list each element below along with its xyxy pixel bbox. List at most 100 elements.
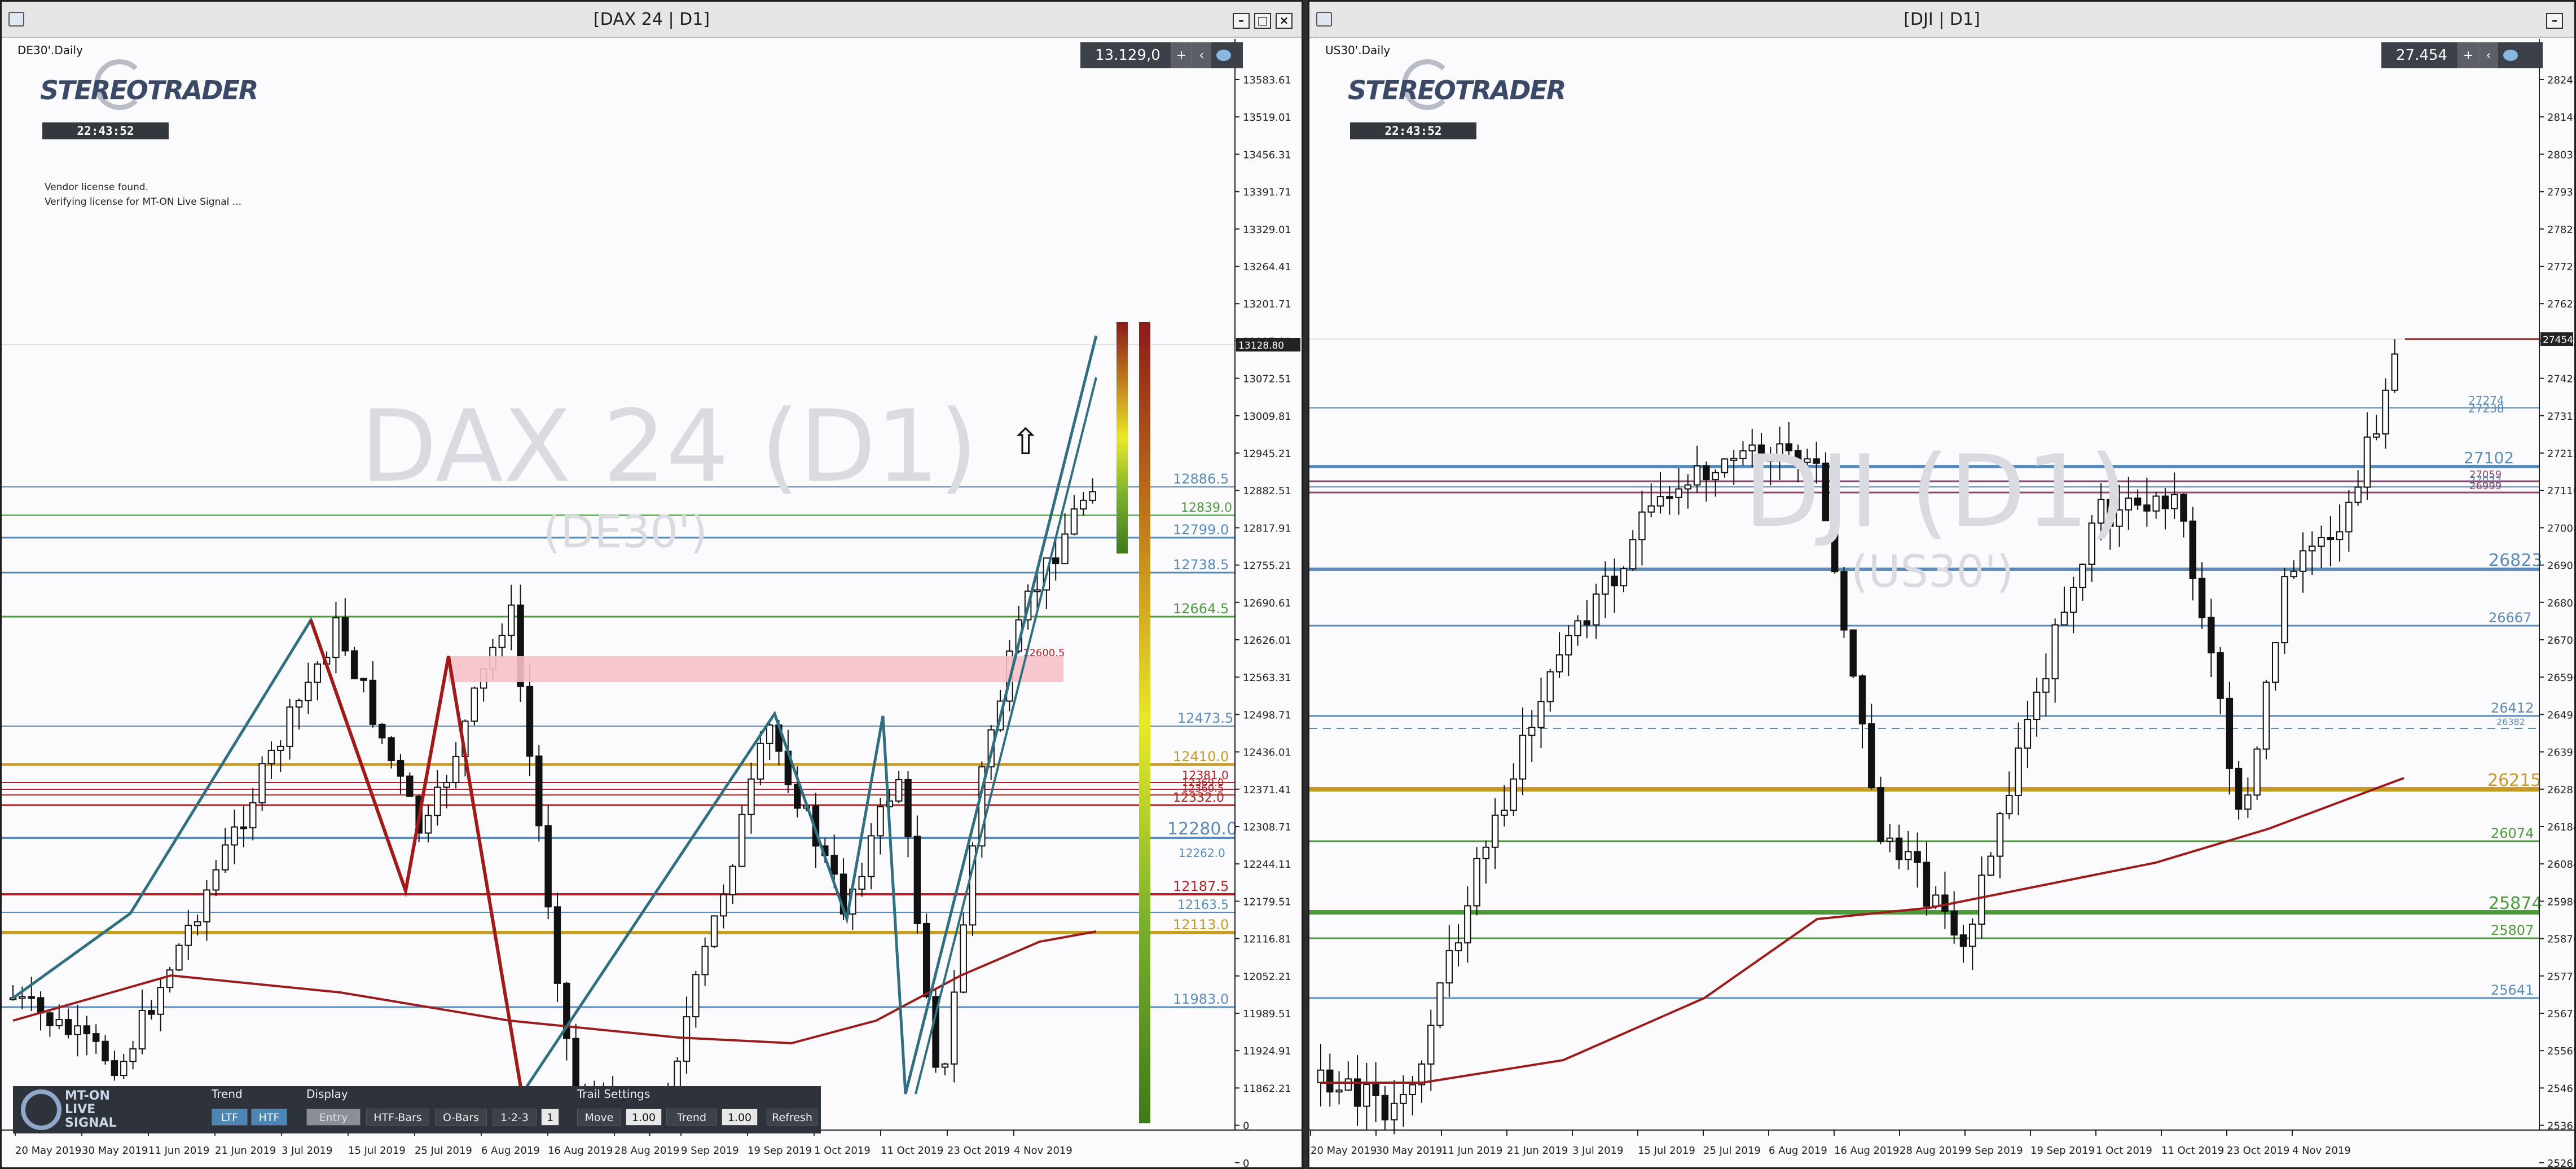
candle-body	[2318, 537, 2325, 547]
price-tick-label: 26493	[2547, 709, 2574, 721]
candle-body	[1996, 813, 2004, 857]
toggle-icon[interactable]	[1211, 42, 1236, 68]
dax-chart-window[interactable]: [DAX 24 | D1] – □ × 12886.5 12839.0 12799.…	[0, 0, 1303, 1169]
price-tick-label: 12308.71	[1243, 821, 1291, 833]
candle-body	[2006, 794, 2013, 815]
candle-body	[424, 815, 432, 834]
candle-body	[102, 1040, 109, 1062]
mt-on-live-signal-toolbar: MT-ON LIVE SIGNAL Trend LTF HTF Display …	[13, 1086, 821, 1133]
price-tick-label: 27420	[2547, 373, 2574, 385]
logo-line: LIVE	[65, 1102, 96, 1117]
candle-body	[1730, 458, 1738, 461]
server-clock: 22:43:52	[42, 122, 169, 139]
date-tick-label: 11 Jun 2019	[148, 1145, 209, 1157]
candle-body	[1583, 620, 1591, 626]
candle-body	[553, 906, 561, 984]
toggle-icon[interactable]	[2498, 42, 2523, 68]
candle-body	[83, 1025, 91, 1035]
mt-on-logo: MT-ON LIVE SIGNAL	[17, 1088, 130, 1131]
o-bars-button[interactable]: O-Bars	[435, 1109, 487, 1126]
candle-body	[1400, 1094, 1407, 1104]
candle-body	[1941, 894, 1949, 912]
pattern-count-field[interactable]: 1	[541, 1109, 559, 1126]
ltf-button[interactable]: LTF	[212, 1109, 248, 1126]
date-tick-label: 16 Aug 2019	[548, 1145, 613, 1157]
candle-body	[19, 996, 26, 999]
candle-body	[738, 814, 746, 867]
htf-button[interactable]: HTF	[251, 1109, 287, 1126]
candle-body	[1602, 575, 1609, 595]
price-tick-label: 27829	[2547, 224, 2574, 236]
pattern-123-button[interactable]: 1-2-3	[493, 1109, 537, 1126]
increase-icon[interactable]: +	[2457, 42, 2478, 68]
title-bar[interactable]: [DJI | D1] –	[1309, 2, 2574, 38]
candle-body	[221, 844, 229, 871]
price-level-label: 26999	[2469, 480, 2502, 492]
price-box[interactable]: 27.454 + ‹	[2381, 42, 2543, 68]
arrow-left-icon[interactable]: ‹	[1190, 42, 1211, 68]
price-level-label: 12738.5	[1173, 557, 1229, 573]
candle-body	[452, 756, 460, 783]
price-chart[interactable]: 12886.5 12839.0 12799.0 12738.5 12664.5 12600…	[2, 39, 1302, 1169]
candle-body	[1978, 874, 1985, 925]
candle-body	[2382, 389, 2389, 435]
htf-bars-button[interactable]: HTF-Bars	[366, 1109, 429, 1126]
trail-move-value[interactable]: 1.00	[626, 1109, 662, 1126]
price-level-label: 12839.0	[1181, 501, 1232, 515]
price-box[interactable]: 13.129,0 + ‹	[1080, 42, 1243, 68]
candle-body	[314, 663, 321, 683]
candle-body	[166, 969, 174, 988]
candle-body	[1877, 786, 1884, 842]
price-tick-label: 25569	[2547, 1045, 2574, 1057]
dji-chart-window[interactable]: [DJI | D1] – 27274 27238 27102 27059 27022 26…	[1308, 0, 2576, 1169]
window-title: [DJI | D1]	[1904, 10, 1980, 29]
candle-body	[544, 825, 552, 908]
candle-body	[1592, 593, 1600, 626]
price-level-label: 12262.0	[1179, 846, 1225, 860]
close-button[interactable]: ×	[1276, 13, 1293, 29]
candle-body	[2180, 494, 2187, 522]
candle-body	[2015, 747, 2022, 796]
price-tick-label: 25876	[2547, 934, 2574, 946]
trail-trend-button[interactable]: Trend	[666, 1109, 717, 1126]
price-chart[interactable]: 27274 27238 27102 27059 27022 26999 26823 26667…	[1309, 39, 2574, 1169]
candle-body	[941, 1063, 949, 1068]
chart-canvas[interactable]: 2727427238271022705927022269992682326667…	[1309, 39, 2574, 1169]
price-tick-label: 13456.31	[1243, 149, 1291, 161]
trail-move-button[interactable]: Move	[577, 1109, 621, 1126]
candle-body	[1703, 465, 1710, 481]
price-tick-label: 11924.91	[1243, 1045, 1291, 1057]
minimize-button[interactable]: –	[2546, 13, 2563, 29]
trail-settings-label: Trail Settings	[577, 1087, 650, 1101]
current-price-label: 13128.80	[1238, 340, 1284, 351]
candle-body	[120, 1061, 128, 1076]
restore-button[interactable]: □	[1254, 13, 1271, 29]
arrow-left-icon[interactable]: ‹	[2477, 42, 2498, 68]
candle-body	[535, 755, 543, 827]
candle-body	[379, 723, 386, 739]
trail-trend-value[interactable]: 1.00	[722, 1109, 758, 1126]
date-tick-label: 21 Jun 2019	[1507, 1145, 1568, 1157]
candle-body	[2271, 642, 2279, 683]
candle-body	[2143, 504, 2151, 512]
title-bar[interactable]: [DAX 24 | D1] – □ ×	[2, 2, 1302, 38]
candle-body	[498, 635, 506, 648]
candle-body	[2033, 691, 2041, 720]
arrow-up-icon: ⇧	[1010, 421, 1041, 463]
increase-icon[interactable]: +	[1170, 42, 1191, 68]
price-level-label: 25641	[2491, 982, 2534, 998]
candle-body	[1895, 837, 1903, 860]
candle-body	[2391, 353, 2398, 391]
entry-button[interactable]: Entry	[306, 1109, 361, 1126]
minimize-button[interactable]: –	[1233, 13, 1250, 29]
candle-body	[55, 1019, 63, 1026]
candle-body	[286, 706, 293, 747]
price-level-label: 25807	[2491, 922, 2534, 938]
candle-body	[350, 650, 358, 679]
candle-body	[1089, 491, 1096, 501]
candle-body	[757, 742, 764, 780]
price-tick-label: 13201.71	[1243, 298, 1291, 310]
candle-body	[1886, 837, 1894, 842]
refresh-button[interactable]: Refresh	[767, 1109, 817, 1126]
candle-body	[369, 679, 377, 725]
